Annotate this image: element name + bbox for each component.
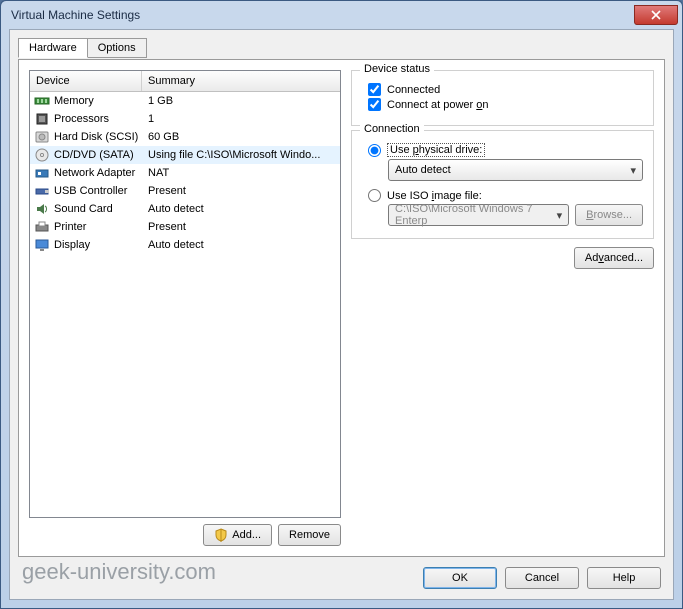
- remove-button[interactable]: Remove: [278, 524, 341, 546]
- connected-checkbox[interactable]: [368, 83, 381, 96]
- device-name: Memory: [54, 95, 94, 107]
- row-processors[interactable]: Processors 1: [30, 110, 340, 128]
- tabbar: Hardware Options: [10, 30, 673, 58]
- grid-header: Device Summary: [30, 71, 340, 92]
- device-name: Sound Card: [54, 203, 113, 215]
- use-physical-label: Use physical drive:: [387, 143, 485, 157]
- cpu-icon: [34, 111, 50, 127]
- tab-content: Device Summary Memory 1 GB Processors 1 Ha…: [18, 59, 665, 557]
- row-sound[interactable]: Sound Card Auto detect: [30, 200, 340, 218]
- device-summary: NAT: [146, 167, 340, 179]
- settings-panel: Device status Connected Connect at power…: [351, 70, 654, 546]
- add-label: Add...: [232, 529, 261, 541]
- device-panel: Device Summary Memory 1 GB Processors 1 Ha…: [29, 70, 341, 546]
- browse-label: Browse...: [586, 209, 632, 221]
- use-physical-radio[interactable]: [368, 144, 381, 157]
- client-area: Hardware Options Device Summary Memory 1 …: [9, 29, 674, 600]
- physical-drive-select[interactable]: Auto detect: [388, 159, 643, 181]
- tab-hardware[interactable]: Hardware: [18, 38, 88, 58]
- device-grid[interactable]: Device Summary Memory 1 GB Processors 1 Ha…: [29, 70, 341, 518]
- row-nic[interactable]: Network Adapter NAT: [30, 164, 340, 182]
- row-memory[interactable]: Memory 1 GB: [30, 92, 340, 110]
- disc-icon: [34, 147, 50, 163]
- device-summary: 1 GB: [146, 95, 340, 107]
- group-title-connection: Connection: [360, 123, 424, 135]
- memory-icon: [34, 93, 50, 109]
- ok-button[interactable]: OK: [423, 567, 497, 589]
- connect-poweron-label: Connect at power on: [387, 99, 489, 111]
- usb-icon: [34, 183, 50, 199]
- sound-icon: [34, 201, 50, 217]
- printer-icon: [34, 219, 50, 235]
- advanced-label: Advanced...: [585, 252, 643, 264]
- row-usb[interactable]: USB Controller Present: [30, 182, 340, 200]
- grid-body: Memory 1 GB Processors 1 Hard Disk (SCSI) 6…: [30, 92, 340, 254]
- device-summary: Using file C:\ISO\Microsoft Windo...: [146, 149, 340, 161]
- group-title-status: Device status: [360, 63, 434, 75]
- col-summary[interactable]: Summary: [142, 71, 340, 91]
- iso-path-select: C:\ISO\Microsoft Windows 7 Enterp: [388, 204, 569, 226]
- col-device[interactable]: Device: [30, 71, 142, 91]
- row-cddvd[interactable]: CD/DVD (SATA) Using file C:\ISO\Microsoft…: [30, 146, 340, 164]
- device-summary: 60 GB: [146, 131, 340, 143]
- device-summary: Present: [146, 221, 340, 233]
- device-buttons: Add... Remove: [29, 518, 341, 546]
- device-name: Processors: [54, 113, 109, 125]
- add-button[interactable]: Add...: [203, 524, 272, 546]
- device-name: Printer: [54, 221, 86, 233]
- dialog-buttons: OK Cancel Help: [423, 567, 661, 589]
- tab-options[interactable]: Options: [87, 38, 147, 58]
- titlebar[interactable]: Virtual Machine Settings: [1, 1, 682, 29]
- close-button[interactable]: [634, 5, 678, 25]
- device-summary: Present: [146, 185, 340, 197]
- close-icon: [651, 10, 661, 20]
- watermark: geek-university.com: [22, 559, 216, 585]
- help-button[interactable]: Help: [587, 567, 661, 589]
- device-name: Display: [54, 239, 90, 251]
- advanced-button[interactable]: Advanced...: [574, 247, 654, 269]
- shield-icon: [214, 528, 228, 542]
- window-title: Virtual Machine Settings: [11, 8, 140, 22]
- connected-label: Connected: [387, 84, 440, 96]
- device-name: Network Adapter: [54, 167, 135, 179]
- row-hdd[interactable]: Hard Disk (SCSI) 60 GB: [30, 128, 340, 146]
- device-name: Hard Disk (SCSI): [54, 131, 138, 143]
- device-summary: Auto detect: [146, 203, 340, 215]
- row-display[interactable]: Display Auto detect: [30, 236, 340, 254]
- cancel-button[interactable]: Cancel: [505, 567, 579, 589]
- physical-drive-value: Auto detect: [395, 164, 451, 176]
- device-status-group: Device status Connected Connect at power…: [351, 70, 654, 126]
- nic-icon: [34, 165, 50, 181]
- iso-path-value: C:\ISO\Microsoft Windows 7 Enterp: [395, 203, 546, 227]
- connect-poweron-checkbox[interactable]: [368, 98, 381, 111]
- device-summary: Auto detect: [146, 239, 340, 251]
- device-name: CD/DVD (SATA): [54, 149, 134, 161]
- connection-group: Connection Use physical drive: Auto dete…: [351, 130, 654, 239]
- use-iso-label: Use ISO image file:: [387, 190, 482, 202]
- hdd-icon: [34, 129, 50, 145]
- device-name: USB Controller: [54, 185, 127, 197]
- browse-button: Browse...: [575, 204, 643, 226]
- display-icon: [34, 237, 50, 253]
- use-iso-radio[interactable]: [368, 189, 381, 202]
- device-summary: 1: [146, 113, 340, 125]
- settings-window: Virtual Machine Settings Hardware Option…: [0, 0, 683, 609]
- row-printer[interactable]: Printer Present: [30, 218, 340, 236]
